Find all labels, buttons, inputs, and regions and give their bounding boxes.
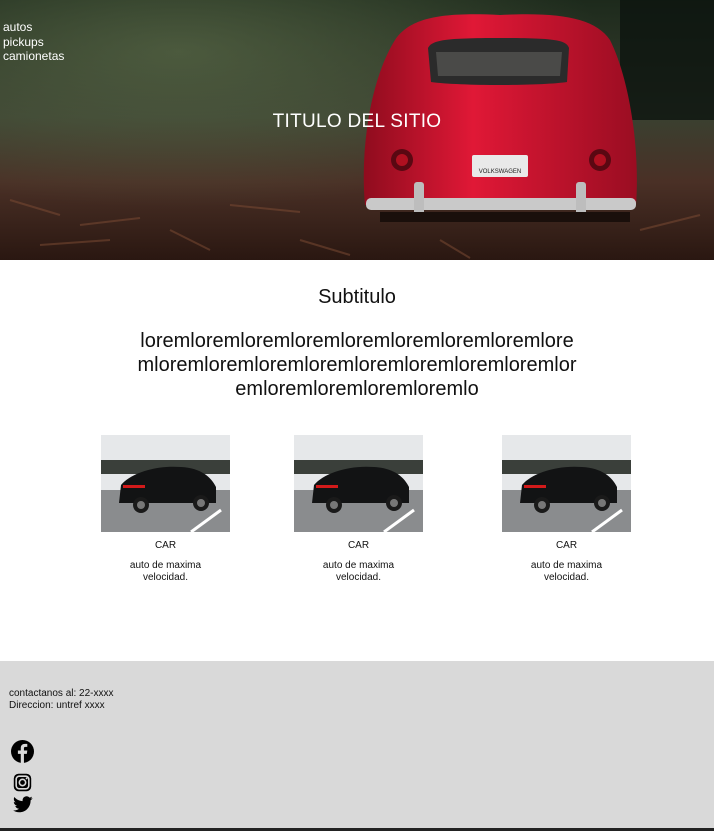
site-title: TITULO DEL SITIO bbox=[272, 111, 442, 132]
car-thumbnail bbox=[294, 435, 423, 532]
intro-paragraph: loremloremloremloremloremloremloremlorem… bbox=[137, 330, 577, 400]
main-nav: autos pickups camionetas bbox=[3, 20, 64, 64]
nav-link-autos[interactable]: autos bbox=[3, 20, 64, 35]
nav-link-camionetas[interactable]: camionetas bbox=[3, 49, 64, 64]
contact-address: Direccion: untref xxxx bbox=[9, 700, 105, 711]
product-card[interactable]: CAR auto de maxima velocidad. bbox=[294, 435, 423, 584]
contact-info: contactanos al: 22-xxxx Direccion: untre… bbox=[9, 688, 114, 712]
product-card[interactable]: CAR auto de maxima velocidad. bbox=[101, 435, 230, 584]
instagram-icon[interactable] bbox=[13, 773, 32, 792]
hero-banner: VOLKSWAGEN autos pickups camionetas TITU… bbox=[0, 0, 714, 260]
card-description: auto de maxima velocidad. bbox=[322, 560, 395, 583]
car-thumbnail bbox=[502, 435, 631, 532]
nav-link-pickups[interactable]: pickups bbox=[3, 35, 64, 50]
page-subtitle: Subtitulo bbox=[318, 286, 396, 308]
car-thumbnail bbox=[101, 435, 230, 532]
contact-phone: contactanos al: 22-xxxx bbox=[9, 688, 114, 699]
card-title: CAR bbox=[555, 540, 578, 551]
card-title: CAR bbox=[347, 540, 370, 551]
product-card[interactable]: CAR auto de maxima velocidad. bbox=[502, 435, 631, 584]
card-description: auto de maxima velocidad. bbox=[530, 560, 603, 583]
card-description: auto de maxima velocidad. bbox=[129, 560, 202, 583]
twitter-icon[interactable] bbox=[13, 796, 33, 813]
license-plate-text: VOLKSWAGEN bbox=[479, 169, 521, 175]
card-title: CAR bbox=[154, 540, 177, 551]
facebook-icon[interactable] bbox=[11, 740, 34, 763]
site-footer: contactanos al: 22-xxxx Direccion: untre… bbox=[0, 661, 714, 831]
